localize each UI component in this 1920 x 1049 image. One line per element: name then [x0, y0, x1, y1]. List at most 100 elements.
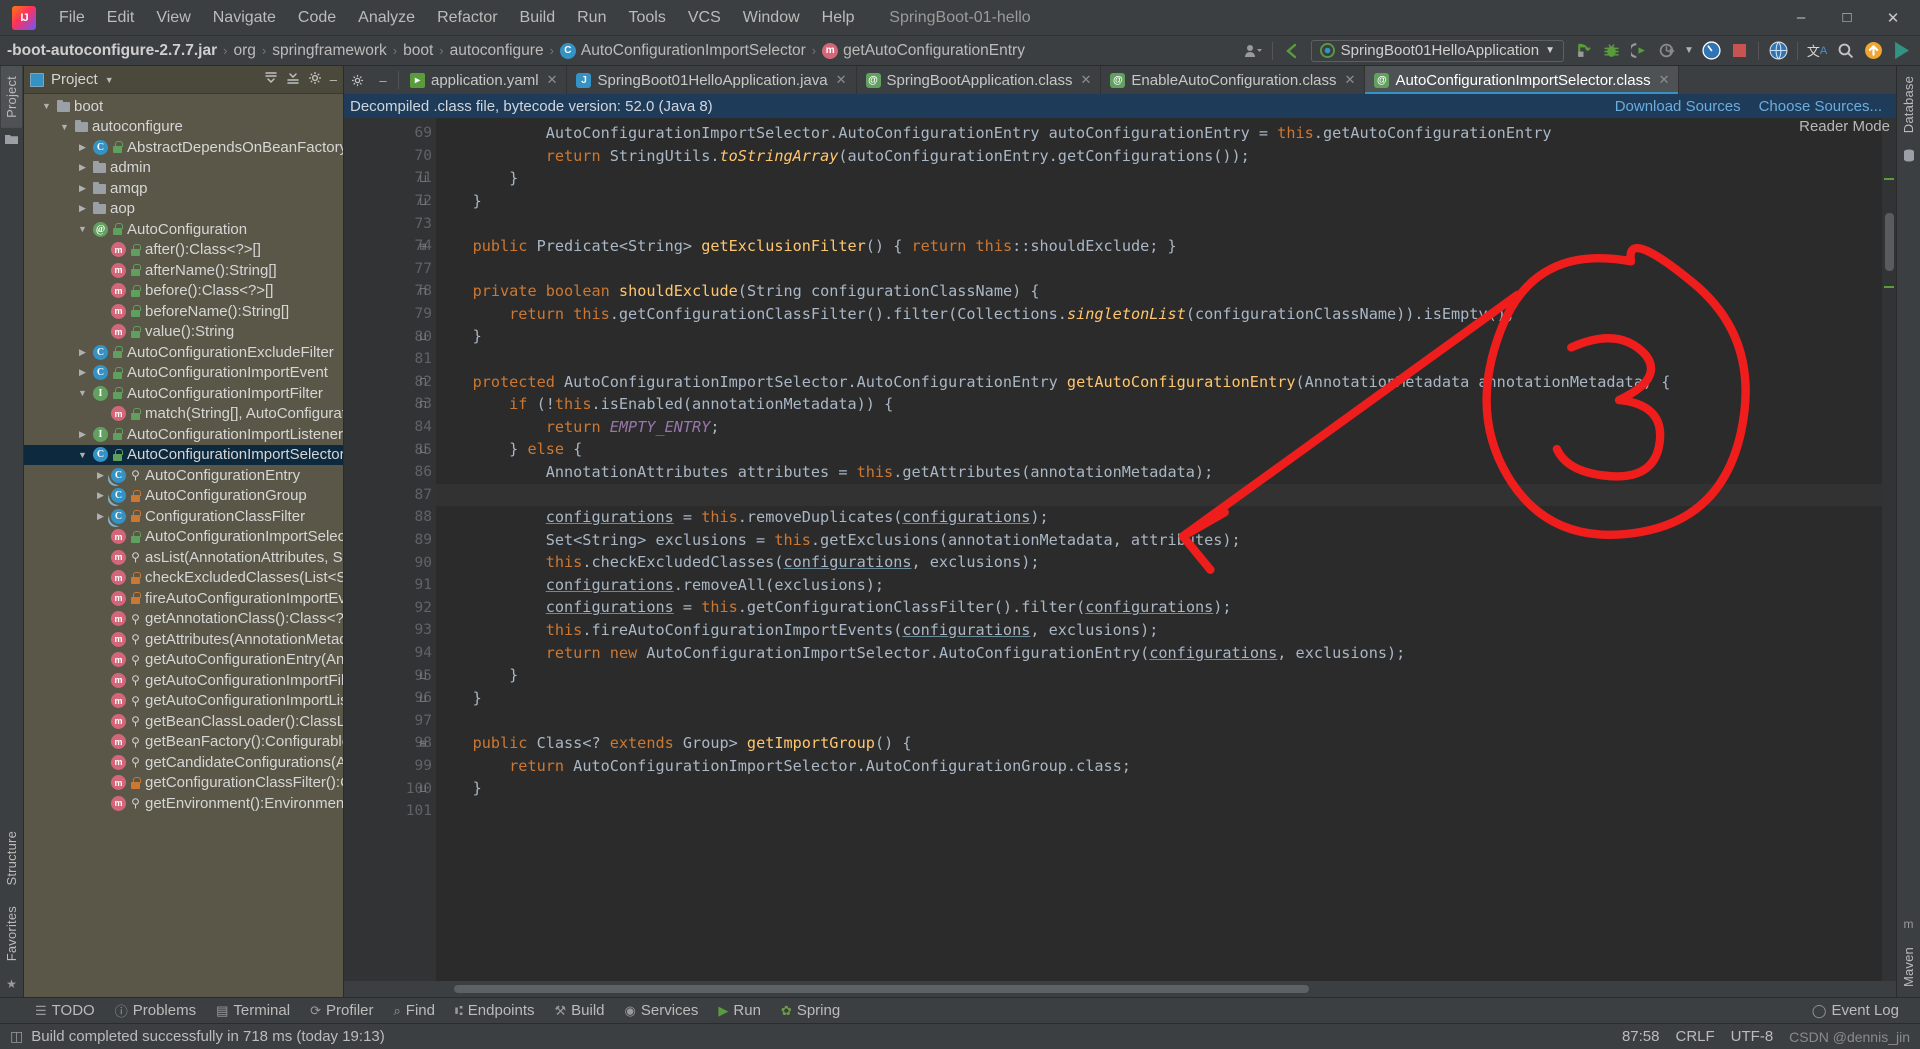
stop-icon[interactable] — [1726, 39, 1752, 63]
gutter-line-70[interactable]: 70 — [344, 145, 436, 168]
hide-icon[interactable]: – — [330, 72, 337, 87]
scrollbar-thumb[interactable] — [1885, 213, 1894, 271]
gutter-line-80[interactable]: 80 ⊔ — [344, 325, 436, 348]
chevron-right-icon[interactable]: ▶ — [94, 511, 107, 522]
collapse-all-icon[interactable] — [286, 71, 300, 88]
editor-settings-gear-icon[interactable] — [344, 66, 370, 94]
code-editor[interactable]: 697071⊔72⊔7374↑⊞7778⊓7980⊔8182⊓83⊓8485⊔8… — [344, 118, 1896, 981]
menu-item-edit[interactable]: Edit — [96, 5, 146, 31]
run-configuration-selector[interactable]: SpringBoot01HelloApplication ▼ — [1310, 39, 1564, 62]
fold-start-icon[interactable]: ⊓ — [416, 393, 430, 416]
tree-row[interactable]: ▶ aop — [24, 199, 343, 220]
gutter-line-88[interactable]: 88 — [344, 506, 436, 529]
user-avatar-icon[interactable] — [1240, 39, 1266, 63]
breadcrumb-item-6[interactable]: m getAutoConfigurationEntry — [817, 40, 1030, 62]
chevron-right-icon[interactable]: ▶ — [76, 347, 89, 358]
database-icon[interactable] — [1903, 143, 1915, 171]
breadcrumb-item-4[interactable]: autoconfigure — [445, 40, 549, 62]
fold-end-icon[interactable]: ⊔ — [416, 167, 430, 190]
close-tab-icon[interactable]: ✕ — [1080, 72, 1091, 88]
gutter-line-82[interactable]: 82 ⊓ — [344, 371, 436, 394]
fold-start-icon[interactable]: ⊓ — [416, 371, 430, 394]
close-tab-icon[interactable]: ✕ — [1345, 72, 1356, 88]
tree-row[interactable]: ▼ @ AutoConfiguration — [24, 219, 343, 240]
tree-row[interactable]: ▶ I AutoConfigurationImportListener — [24, 424, 343, 445]
gutter-line-94[interactable]: 94 — [344, 642, 436, 665]
bottom-tool-find[interactable]: ⌕ Find — [385, 1000, 444, 1021]
breadcrumb-item-5[interactable]: C AutoConfigurationImportSelector — [555, 40, 811, 62]
fold-end-icon[interactable]: ⊔ — [416, 664, 430, 687]
expand-all-icon[interactable] — [264, 71, 278, 88]
menu-item-file[interactable]: File — [48, 5, 96, 31]
editor-scrollbar[interactable] — [1882, 118, 1896, 981]
menu-item-help[interactable]: Help — [811, 5, 866, 31]
menu-item-tools[interactable]: Tools — [617, 5, 676, 31]
gutter-line-79[interactable]: 79 — [344, 303, 436, 326]
minimize-icon[interactable]: – — [1778, 1, 1824, 35]
fold-expand-icon[interactable]: ⊞ — [416, 235, 430, 258]
menu-item-navigate[interactable]: Navigate — [202, 5, 287, 31]
line-separator[interactable]: CRLF — [1676, 1028, 1715, 1045]
editor-tab-2[interactable]: @ SpringBootApplication.class ✕ — [856, 66, 1102, 94]
fold-end-icon[interactable]: ⊔ — [416, 438, 430, 461]
menu-item-window[interactable]: Window — [732, 5, 811, 31]
back-arrow-icon[interactable] — [1279, 39, 1305, 63]
menu-item-analyze[interactable]: Analyze — [347, 5, 426, 31]
bottom-tool-services[interactable]: ◉ Services — [616, 1000, 708, 1021]
gutter-line-96[interactable]: 96 ⊔ — [344, 687, 436, 710]
tree-row[interactable]: m beforeName():String[] — [24, 301, 343, 322]
tree-row[interactable]: m ⚲ getAutoConfigurationEntry(Annot — [24, 650, 343, 671]
tree-row[interactable]: m ⚲ getAutoConfigurationImportListe — [24, 691, 343, 712]
gutter-line-72[interactable]: 72 ⊔ — [344, 190, 436, 213]
breadcrumb-item-2[interactable]: springframework — [267, 40, 392, 62]
chevron-down-icon[interactable]: ▼ — [76, 388, 89, 398]
horizontal-scrollbar[interactable] — [344, 981, 1896, 997]
menu-item-view[interactable]: View — [145, 5, 201, 31]
breadcrumb-item-0[interactable]: -boot-autoconfigure-2.7.7.jar — [2, 40, 222, 62]
gutter-line-98[interactable]: 98↑⊞ — [344, 732, 462, 755]
maximize-icon[interactable]: □ — [1824, 1, 1870, 35]
run-icon[interactable] — [1570, 39, 1596, 63]
search-everywhere-icon[interactable] — [1832, 39, 1858, 63]
code-text-pane[interactable]: AutoConfigurationImportSelector.AutoConf… — [436, 118, 1882, 981]
tree-row[interactable]: m AutoConfigurationImportSelector — [24, 527, 343, 548]
bottom-tool-spring[interactable]: ✿ Spring — [772, 1000, 849, 1021]
project-tree[interactable]: ▼ boot ▼ autoconfigure ▶ C AbstractDependsOnBe… — [24, 94, 343, 997]
fold-end-icon[interactable]: ⊔ — [416, 325, 430, 348]
tool-tab-database[interactable]: Database — [1898, 66, 1919, 143]
chevron-right-icon[interactable]: ▶ — [76, 162, 89, 173]
fold-end-icon[interactable]: ⊔ — [416, 687, 430, 710]
gutter-line-90[interactable]: 90 — [344, 551, 436, 574]
close-tab-icon[interactable]: ✕ — [1659, 72, 1670, 88]
close-icon[interactable]: ✕ — [1870, 1, 1916, 35]
bottom-tool-terminal[interactable]: ▤ Terminal — [207, 1000, 299, 1021]
chevron-right-icon[interactable]: ▶ — [76, 183, 89, 194]
gutter-line-77[interactable]: 77 — [344, 258, 436, 281]
tree-row[interactable]: m ⚲ getBeanFactory():ConfigurableList — [24, 732, 343, 753]
maven-icon[interactable]: m — [1904, 911, 1914, 937]
tree-row[interactable]: ▶ C ⚲ AutoConfigurationEntry — [24, 465, 343, 486]
tree-row[interactable]: m ⚲ getAttributes(AnnotationMetadat — [24, 629, 343, 650]
tree-row[interactable]: m ⚲ getAutoConfigurationImportFilter — [24, 670, 343, 691]
bottom-tool-endpoints[interactable]: ⑆ Endpoints — [446, 1000, 544, 1021]
gutter-line-78[interactable]: 78 ⊓ — [344, 280, 436, 303]
chevron-down-icon[interactable]: ▼ — [76, 450, 89, 460]
run-with-coverage-icon[interactable] — [1626, 39, 1652, 63]
caret-position[interactable]: 87:58 — [1622, 1028, 1660, 1045]
gutter-line-83[interactable]: 83 ⊓ — [344, 393, 436, 416]
gutter-line-69[interactable]: 69 — [344, 122, 436, 145]
gear-icon[interactable] — [308, 71, 322, 88]
tree-row[interactable]: m match(String[], AutoConfiguration — [24, 404, 343, 425]
chevron-right-icon[interactable]: ▶ — [76, 429, 89, 440]
menu-item-run[interactable]: Run — [566, 5, 617, 31]
bottom-tool-run[interactable]: ▶ Run — [709, 1000, 770, 1021]
bottom-tool-profiler[interactable]: ⟳ Profiler — [301, 1000, 382, 1021]
tool-tab-maven[interactable]: Maven — [1898, 937, 1919, 997]
chevron-down-icon[interactable]: ▼ — [58, 122, 71, 132]
tree-row[interactable]: m ⚲ asList(AnnotationAttributes, Strin — [24, 547, 343, 568]
breadcrumb-item-1[interactable]: org — [228, 40, 260, 62]
close-tab-icon[interactable]: ✕ — [547, 72, 558, 88]
tree-row[interactable]: m checkExcludedClasses(List<String — [24, 568, 343, 589]
gutter-line-97[interactable]: 97 — [344, 709, 436, 732]
gutter-line-92[interactable]: 92 — [344, 596, 436, 619]
